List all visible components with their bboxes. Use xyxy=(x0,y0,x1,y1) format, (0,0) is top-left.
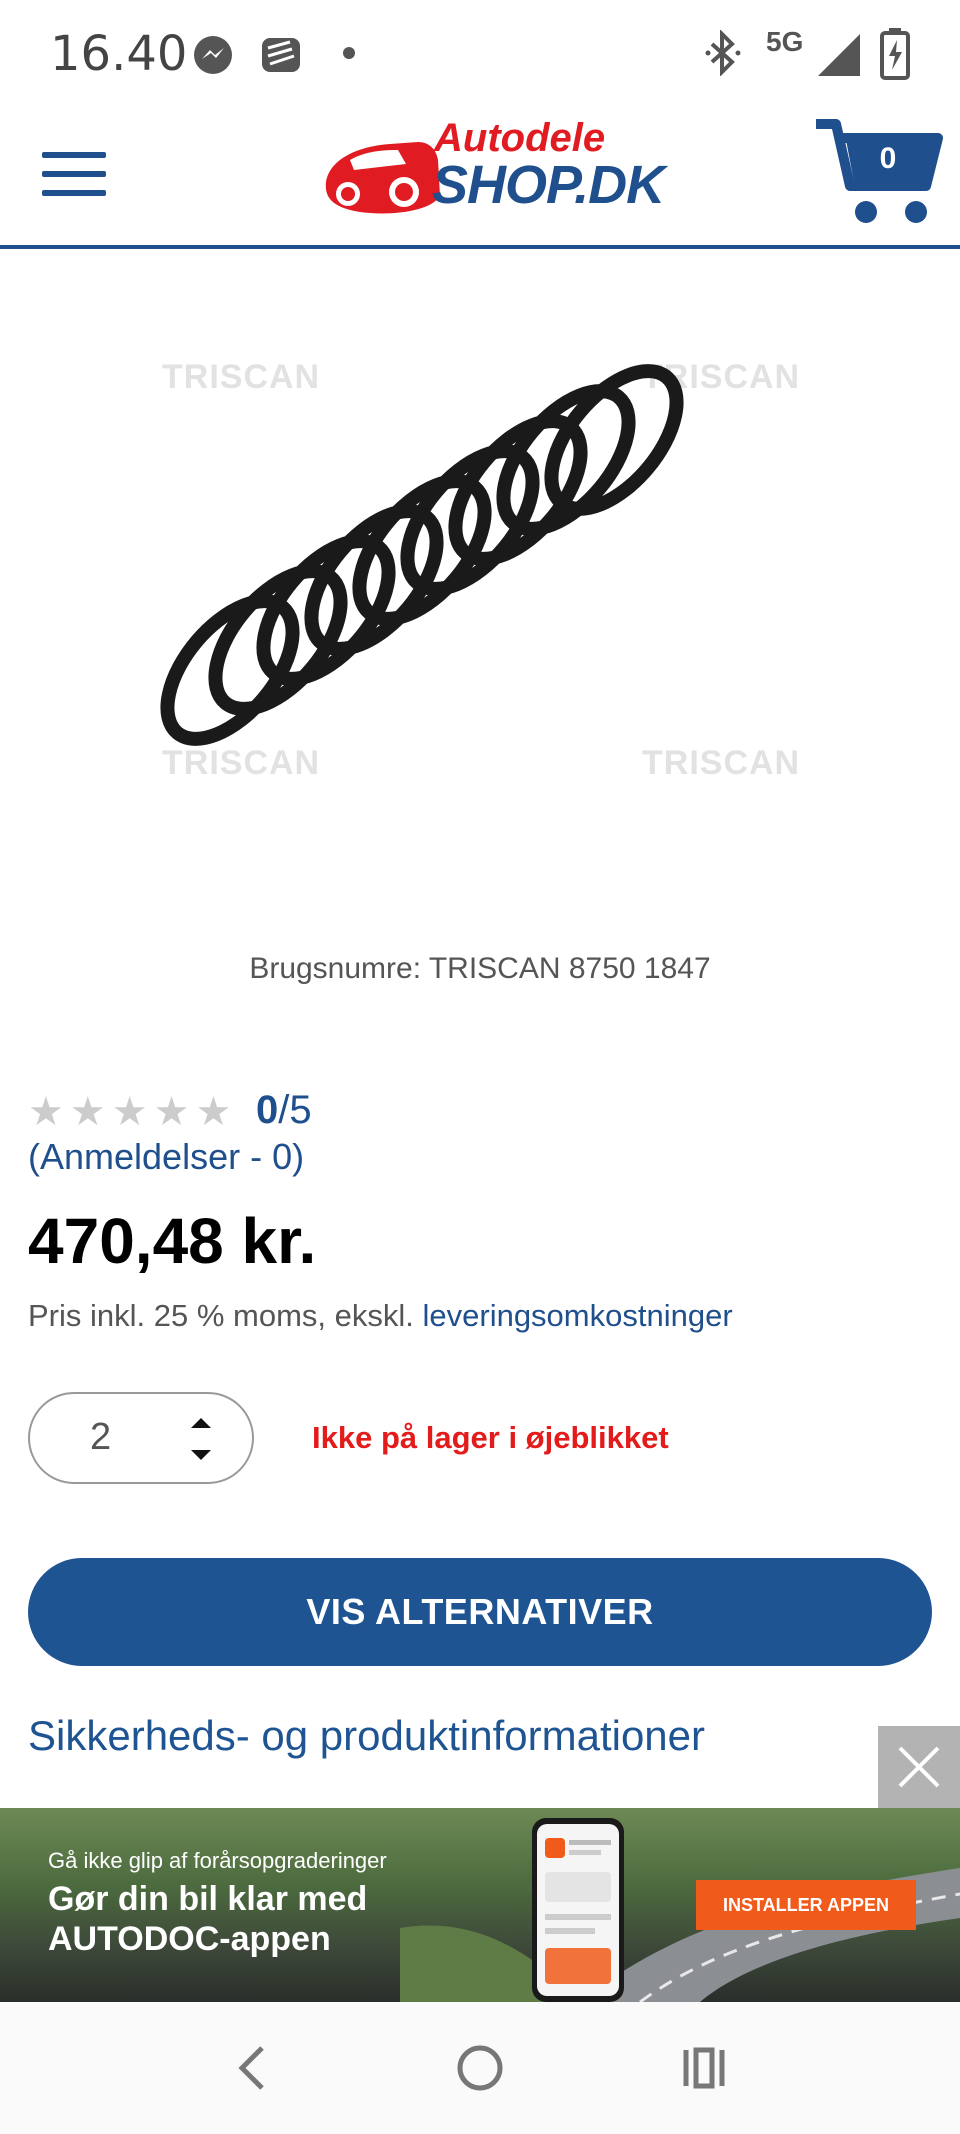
star-icon: ★ xyxy=(195,1090,232,1134)
install-app-button[interactable]: INSTALLER APPEN xyxy=(696,1880,916,1930)
status-time: 16.40 xyxy=(50,26,188,82)
star-icon: ★ xyxy=(153,1090,190,1134)
cart-count: 0 xyxy=(879,142,897,175)
price-note-text: Pris inkl. 25 % moms, ekskl. xyxy=(28,1298,414,1333)
ad-title-line2: AUTODOC-appen xyxy=(48,1920,331,1958)
menu-bar xyxy=(42,171,106,177)
battery-icon xyxy=(880,28,910,80)
menu-bar xyxy=(42,190,106,196)
close-icon xyxy=(898,1746,940,1788)
stock-status: Ikke på lager i øjeblikket xyxy=(312,1420,669,1455)
show-alternatives-button[interactable]: VIS ALTERNATIVER xyxy=(28,1558,932,1666)
site-logo[interactable]: Autodele SHOP.DK xyxy=(320,112,665,222)
stack-icon xyxy=(262,38,300,72)
status-bar: 16.40 5G xyxy=(0,0,960,108)
chevron-down-icon[interactable] xyxy=(186,1444,216,1468)
product-price: 470,48 kr. xyxy=(28,1205,317,1277)
rating-stars[interactable]: ★ ★ ★ ★ ★ xyxy=(28,1090,231,1134)
ad-title-line1: Gør din bil klar med xyxy=(48,1880,368,1918)
home-icon[interactable] xyxy=(456,2044,504,2092)
back-icon[interactable] xyxy=(232,2044,272,2092)
reviews-link[interactable]: (Anmeldelser - 0) xyxy=(28,1136,304,1178)
recents-icon[interactable] xyxy=(680,2044,728,2092)
logo-text-bottom: SHOP.DK xyxy=(432,155,665,215)
rating-score: 0/5 xyxy=(256,1088,312,1133)
menu-bar xyxy=(42,152,106,158)
phone-screen xyxy=(537,1824,619,1996)
messenger-icon xyxy=(194,36,232,74)
usage-numbers: Brugsnumre: TRISCAN 8750 1847 xyxy=(249,952,711,985)
star-icon: ★ xyxy=(28,1090,64,1134)
shipping-costs-link[interactable]: leveringsomkostninger xyxy=(423,1298,733,1333)
safety-info-link[interactable]: Sikkerheds- og produktinformationer xyxy=(28,1712,705,1760)
menu-button[interactable] xyxy=(40,150,110,200)
product-image[interactable]: TRISCAN TRISCAN TRISCAN TRISCAN xyxy=(150,340,810,820)
quantity-value[interactable]: 2 xyxy=(90,1416,111,1459)
app-ad-banner[interactable]: Gå ikke glip af forårsopgraderinger Gør … xyxy=(0,1808,960,2002)
cart-button[interactable]: 0 xyxy=(812,116,944,228)
header-divider xyxy=(0,245,960,249)
chevron-up-icon[interactable] xyxy=(186,1410,216,1434)
star-icon: ★ xyxy=(111,1090,148,1134)
price-note: Pris inkl. 25 % moms, ekskl. leveringsom… xyxy=(28,1298,733,1334)
quantity-stepper[interactable]: 2 xyxy=(28,1392,254,1484)
phone-image xyxy=(532,1818,624,2002)
network-type: 5G xyxy=(766,26,804,57)
rating-value: 0 xyxy=(256,1088,279,1132)
signal-icon xyxy=(818,34,860,76)
dot-icon xyxy=(343,47,355,59)
bluetooth-icon xyxy=(705,30,741,76)
star-icon: ★ xyxy=(69,1090,106,1134)
system-nav-bar xyxy=(0,2002,960,2134)
coil-spring-icon xyxy=(160,364,684,746)
close-ad-button[interactable] xyxy=(878,1726,960,1808)
rating-max: /5 xyxy=(278,1088,312,1132)
ad-subtitle: Gå ikke glip af forårsopgraderinger xyxy=(48,1848,387,1873)
